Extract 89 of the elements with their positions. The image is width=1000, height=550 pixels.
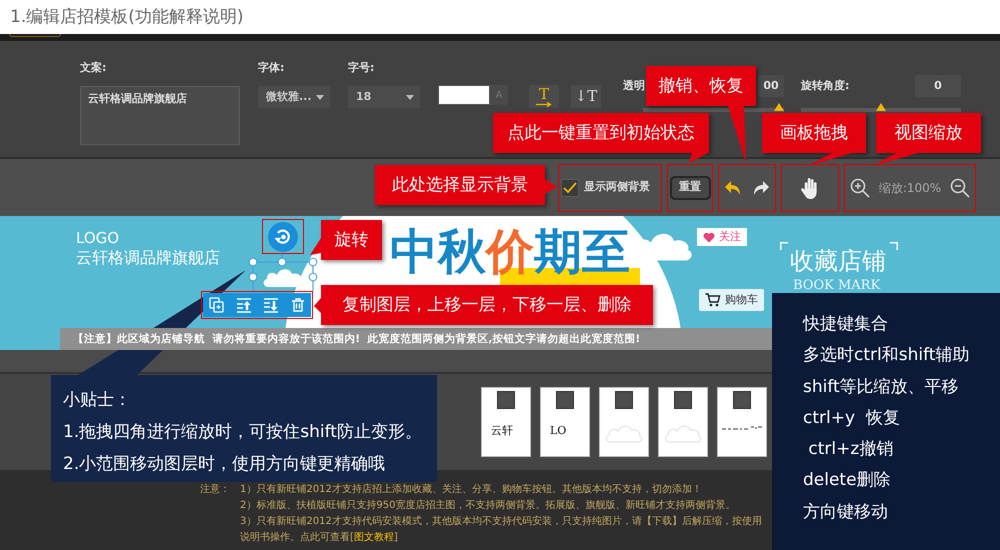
checkbox[interactable]: [561, 178, 579, 196]
undo-icon[interactable]: [724, 178, 742, 196]
square-icon: [615, 391, 633, 409]
square-icon: [733, 391, 751, 409]
copy-text-area[interactable]: 云轩格调品牌旗舰店: [80, 86, 240, 145]
tip-line: 1.拖拽四角进行缩放时，可按住shift防止变形。: [63, 421, 423, 444]
callout-pointer: [808, 153, 852, 166]
page-title: 1.编辑店招模板(功能解释说明): [10, 6, 244, 28]
selection-frame[interactable]: [252, 254, 314, 291]
field-label: 文案:: [80, 61, 108, 75]
tutorial-link[interactable]: 图文教程: [354, 532, 394, 543]
callout-pointer: [545, 179, 557, 194]
slider-thumb[interactable]: [774, 103, 784, 111]
rotation-field[interactable]: 0: [915, 75, 961, 97]
color-swatch[interactable]: [438, 85, 490, 105]
slider-thumb[interactable]: [876, 103, 886, 111]
notes-label: 注意：: [200, 482, 231, 497]
zoom-in-icon[interactable]: [850, 178, 870, 198]
text-direction-button[interactable]: ↓T: [571, 85, 601, 108]
check-icon: [563, 182, 577, 194]
size-select[interactable]: 18: [348, 86, 420, 108]
callout-pointer: [728, 106, 746, 163]
caret-icon: [406, 94, 414, 100]
callout-pointer: [873, 153, 918, 166]
field-label: 字体:: [258, 61, 286, 75]
cloud-icon: [264, 269, 304, 287]
layer-thumbnail[interactable]: 云轩: [481, 387, 531, 457]
rotate-icon[interactable]: [268, 222, 298, 252]
checkbox-label: 显示两侧背景: [584, 179, 650, 196]
shortcut-line: delete删除: [803, 469, 892, 492]
cloud-icon: [605, 425, 643, 443]
layer-thumbnail[interactable]: [658, 387, 708, 457]
field-label: 透明: [623, 79, 645, 93]
square-icon: [674, 391, 692, 409]
arrow-icon: [536, 102, 552, 106]
zoom-level: 缩放:100%: [878, 180, 942, 196]
shortcut-line: 方向键移动: [803, 500, 889, 524]
copy-icon[interactable]: [208, 297, 224, 313]
trash-icon[interactable]: [290, 297, 306, 313]
layer-thumbnail[interactable]: [599, 387, 649, 457]
note-line: 2）标准版、扶植版旺铺只支持950宽度店招主图，不支持两侧背景。拓展版、旗舰版、新旺铺才支持两侧背景。: [240, 498, 736, 513]
field-label: 字号:: [348, 61, 376, 75]
tip-line: 2.小范围移动图层时，使用方向键更精确哦: [63, 453, 386, 476]
callout-pointer: [689, 153, 708, 163]
callout-label: 点此一键重置到初始状态: [493, 113, 709, 153]
cart-button[interactable]: 购物车: [699, 289, 764, 311]
favorite-subtitle: BOOK MARK: [793, 279, 880, 292]
callout-pointer: [310, 238, 321, 255]
resize-handle[interactable]: [278, 258, 286, 266]
scribble-icon: [722, 425, 762, 431]
move-up-icon[interactable]: [236, 297, 252, 313]
layer-thumbnail[interactable]: LO: [540, 387, 590, 457]
callout-label: 此处选择显示背景: [375, 165, 545, 205]
store-name: 云轩格调品牌旗舰店: [76, 249, 220, 267]
cloud-icon: [664, 425, 702, 443]
callout-label: 复制图层，上移一层，下移一层、删除: [321, 285, 653, 325]
square-icon: [497, 391, 515, 409]
callout-pointer: [314, 298, 321, 313]
caret-icon: [316, 94, 324, 100]
thumbnail-text: 云轩: [491, 423, 513, 439]
redo-icon[interactable]: [752, 178, 770, 196]
layer-thumbnail[interactable]: [717, 387, 767, 457]
shortcut-line: shift等比缩放、平移: [803, 376, 960, 399]
shortcut-line: ctrl+z撤销: [807, 438, 894, 462]
opacity-field[interactable]: 00: [758, 75, 784, 97]
tab-outline: [9, 34, 61, 37]
thumbnail-text: LO: [550, 423, 566, 439]
move-down-icon[interactable]: [262, 297, 278, 313]
corner-mark: [890, 242, 898, 250]
callout-label: 旋转: [321, 220, 382, 260]
note-line: 3）只有新旺铺2012才支持代码安装模式，其他版本均不支持代码安装，只支持纯图片，请【下载】后解压缩，按使用: [240, 514, 762, 529]
cart-icon: [705, 293, 721, 307]
follow-button[interactable]: 关注: [697, 228, 747, 246]
favorite-title: 收藏店铺: [790, 249, 886, 273]
note-line: 说明书操作。点此可查看[图文教程]: [240, 530, 399, 545]
square-icon: [556, 391, 574, 409]
shortcut-line: ctrl+y 恢复: [803, 406, 901, 430]
zoom-out-icon[interactable]: [950, 178, 970, 198]
heart-icon: [703, 232, 715, 242]
font-select[interactable]: 微软雅...: [258, 86, 330, 108]
note-line: 1）只有新旺铺2012才支持店招上添加收藏、关注、分享、购物车按钮。其他版本均不支持，切勿添加！: [240, 482, 703, 497]
headline-text: 中秋价期至: [390, 228, 630, 276]
tip-title: 小贴士：: [63, 389, 132, 412]
callout-label: 撤销、恢复: [646, 66, 756, 106]
logo-text: LOGO: [76, 230, 120, 246]
field-label: 旋转角度:: [801, 79, 850, 93]
reset-button[interactable]: 重置: [670, 176, 710, 200]
corner-mark: [780, 242, 788, 250]
text-direction-button[interactable]: T: [529, 85, 559, 108]
